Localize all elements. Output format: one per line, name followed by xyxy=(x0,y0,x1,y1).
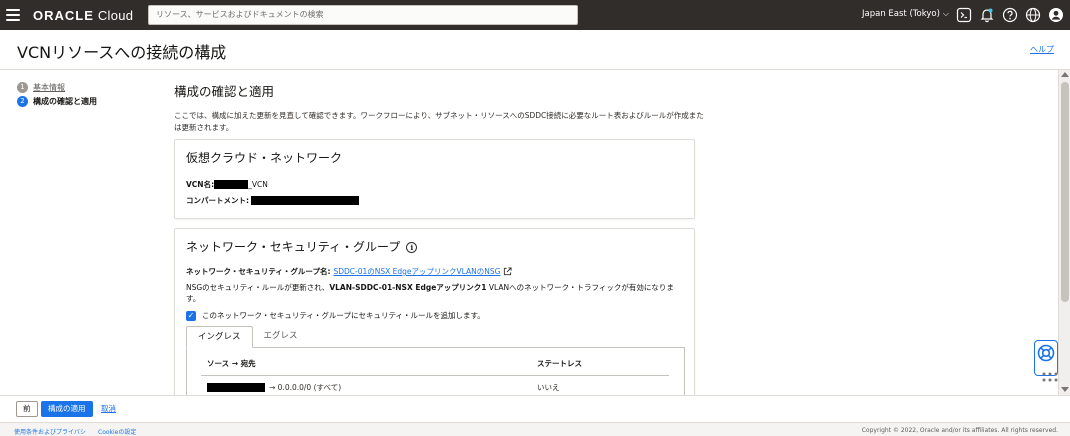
step-label: 基本情報 xyxy=(33,83,65,92)
logo-product: Cloud xyxy=(97,8,134,23)
wizard-action-bar: 前 構成の適用 取消 xyxy=(0,395,1070,422)
compartment-row: コンパートメント: xyxy=(186,195,359,206)
nsg-card-title-text: ネットワーク・セキュリティ・グループ xyxy=(186,240,401,254)
vcn-name-row: VCN名: _VCN xyxy=(186,179,268,190)
page-scrollbar[interactable] xyxy=(1058,70,1070,395)
ingress-rules-panel: ソース → 宛先 ステートレス → 0.0.0.0/0 (すべて) いいえ xyxy=(186,347,685,395)
lifebuoy-icon xyxy=(1037,344,1055,362)
help-link[interactable]: ヘルプ xyxy=(1030,44,1054,55)
add-rules-checkbox-row[interactable]: ✓ このネットワーク・セキュリティ・グループにセキュリティ・ルールを追加します。 xyxy=(186,310,485,321)
nsg-desc-vlan: VLAN-SDDC-01-NSX Edgeアップリンク1 xyxy=(329,283,487,292)
nsg-card: ネットワーク・セキュリティ・グループ i ネットワーク・セキュリティ・グループ名:… xyxy=(174,228,695,395)
page-footer: 使用条件およびプライバシ Cookieの設定 Copyright © 2022,… xyxy=(0,422,1070,436)
search-input[interactable]: リソース、サービスおよびドキュメントの検索 xyxy=(148,5,578,25)
redacted-block xyxy=(251,196,359,205)
rule-destination: → 0.0.0.0/0 (すべて) xyxy=(269,383,342,392)
scroll-down-arrow[interactable] xyxy=(1061,387,1069,392)
column-header-source-destination: ソース → 宛先 xyxy=(207,359,256,368)
oracle-cloud-logo[interactable]: ORACLE Cloud xyxy=(33,8,133,23)
chevron-down-icon: ⌵ xyxy=(942,9,949,18)
section-title: 構成の確認と適用 xyxy=(174,84,275,99)
help-icon[interactable] xyxy=(1002,7,1018,23)
nsg-desc-text: NSGのセキュリティ・ルールが更新され、 xyxy=(186,283,330,292)
add-rules-checkbox[interactable]: ✓ xyxy=(186,310,196,321)
page-header: VCNリソースへの接続の構成 ヘルプ xyxy=(0,30,1070,70)
cancel-link[interactable]: 取消 xyxy=(98,401,119,417)
globe-icon[interactable] xyxy=(1025,7,1041,23)
top-navigation-bar: ORACLE Cloud リソース、サービスおよびドキュメントの検索 Japan… xyxy=(0,0,1070,30)
vcn-card: 仮想クラウド・ネットワーク VCN名: _VCN コンパートメント: xyxy=(174,139,695,219)
terms-privacy-link[interactable]: 使用条件およびプライバシ xyxy=(14,427,86,436)
page-title: VCNリソースへの接続の構成 xyxy=(17,43,227,62)
vcn-name-suffix: _VCN xyxy=(248,180,268,189)
nsg-name-row: ネットワーク・セキュリティ・グループ名: SDDC-01のNSX Edgeアップ… xyxy=(186,266,512,277)
info-icon[interactable]: i xyxy=(406,242,418,253)
nsg-card-title: ネットワーク・セキュリティ・グループ i xyxy=(186,238,418,255)
scroll-up-arrow[interactable] xyxy=(1061,72,1069,77)
region-label: Japan East (Tokyo) xyxy=(862,9,940,19)
step-number: 1 xyxy=(17,82,28,93)
cookie-settings-link[interactable]: Cookieの設定 xyxy=(98,427,136,436)
user-profile-icon[interactable] xyxy=(1048,7,1064,23)
nsg-name-link[interactable]: SDDC-01のNSX EdgeアップリンクVLANのNSG xyxy=(333,266,500,277)
logo-brand: ORACLE xyxy=(33,8,94,23)
grip-dots-icon xyxy=(1042,372,1058,382)
previous-button[interactable]: 前 xyxy=(16,401,38,417)
redacted-block xyxy=(214,180,249,189)
step-review-apply: 2 構成の確認と適用 xyxy=(17,96,97,107)
scroll-thumb[interactable] xyxy=(1061,82,1069,302)
step-label: 構成の確認と適用 xyxy=(33,97,97,106)
step-basic-info[interactable]: 1 基本情報 xyxy=(17,82,65,93)
cloud-shell-icon[interactable] xyxy=(956,7,972,23)
copyright-text: Copyright © 2022, Oracle and/or its affi… xyxy=(861,427,1058,434)
main-content: 構成の確認と適用 ここでは、構成に加えた更新を見直して確認できます。ワークフロー… xyxy=(160,70,1058,395)
nsg-description: NSGのセキュリティ・ルールが更新され、VLAN-SDDC-01-NSX Edg… xyxy=(186,282,686,304)
redacted-block xyxy=(207,383,265,392)
table-row-source: → 0.0.0.0/0 (すべて) xyxy=(207,382,341,393)
rule-stateless-value: いいえ xyxy=(537,383,560,392)
wizard-steps: 1 基本情報 2 構成の確認と適用 xyxy=(0,70,160,395)
external-link-icon[interactable] xyxy=(503,267,512,276)
bell-icon[interactable] xyxy=(979,7,995,23)
help-center-widget[interactable] xyxy=(1034,340,1058,382)
vcn-name-label: VCN名: xyxy=(186,180,215,189)
tab-ingress[interactable]: イングレス xyxy=(186,326,253,348)
column-header-stateless: ステートレス xyxy=(537,359,582,368)
nsg-name-label: ネットワーク・セキュリティ・グループ名: xyxy=(186,267,331,276)
vcn-card-title: 仮想クラウド・ネットワーク xyxy=(186,151,343,165)
tab-egress[interactable]: エグレス xyxy=(253,326,309,348)
compartment-label: コンパートメント: xyxy=(186,196,249,205)
add-rules-checkbox-label: このネットワーク・セキュリティ・グループにセキュリティ・ルールを追加します。 xyxy=(202,311,485,320)
step-number: 2 xyxy=(17,96,28,107)
region-selector[interactable]: Japan East (Tokyo) ⌵ xyxy=(862,9,949,19)
header-divider xyxy=(201,375,669,376)
apply-configuration-button[interactable]: 構成の適用 xyxy=(41,401,93,417)
menu-icon[interactable] xyxy=(6,9,20,21)
intro-text: ここでは、構成に加えた更新を見直して確認できます。ワークフローにより、サブネット… xyxy=(174,111,704,132)
rule-tabs: イングレス エグレス xyxy=(186,326,309,348)
